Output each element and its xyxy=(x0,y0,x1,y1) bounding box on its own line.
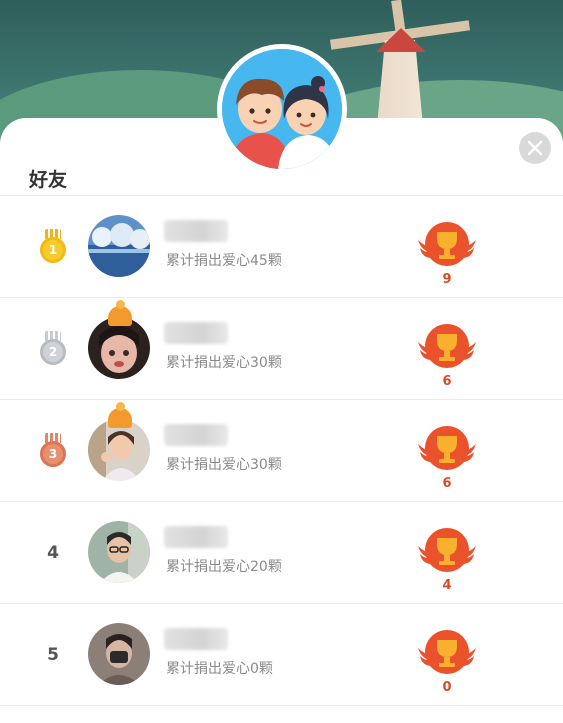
close-button[interactable] xyxy=(519,132,551,164)
donation-summary: 累计捐出爱心30颗 xyxy=(166,457,282,473)
friend-list: 1 ■■■■■ 累计捐出爱心45颗 xyxy=(0,196,563,706)
rank-badge: 3 xyxy=(38,433,68,469)
donation-summary: 累计捐出爱心45颗 xyxy=(166,253,282,269)
trophy-icon xyxy=(418,426,476,470)
trophy-count: 4 xyxy=(442,578,452,593)
close-icon xyxy=(527,140,543,156)
avatar[interactable] xyxy=(88,623,150,685)
trophy-count: 6 xyxy=(442,476,452,491)
rank-number: 4 xyxy=(47,543,59,563)
friend-row[interactable]: 1 ■■■■■ 累计捐出爱心45颗 xyxy=(0,196,563,298)
friend-row[interactable]: 3 ■■■ 累计捐出爱心30颗 xyxy=(0,400,563,502)
trophy-count: 0 xyxy=(442,680,452,695)
friend-name: ■■■ xyxy=(164,628,228,650)
trophy-count: 9 xyxy=(442,272,452,287)
trophy-icon xyxy=(418,222,476,266)
rank-badge: 4 xyxy=(38,535,68,571)
rank-number: 5 xyxy=(47,645,59,665)
friend-name: ■■■ xyxy=(164,322,228,344)
trophy-icon xyxy=(418,630,476,674)
friends-sheet: 好友 1 累计捐出爱心45颗 9 2 累计捐出爱心30颗 6 3 累计捐出爱心3… xyxy=(0,118,563,723)
friend-row[interactable]: 2 ■■■ 累计捐出爱心30颗 xyxy=(0,298,563,400)
friend-row[interactable]: 5 ■■■ 累计捐出爱心0颗 xyxy=(0,604,563,706)
rank-badge: 1 xyxy=(38,229,68,265)
rank-badge: 5 xyxy=(38,637,68,673)
avatar[interactable] xyxy=(88,215,150,277)
trophy-icon xyxy=(418,324,476,368)
bronze-medal-icon: 3 xyxy=(38,433,68,469)
rank-badge: 2 xyxy=(38,331,68,367)
avatar[interactable] xyxy=(88,419,150,481)
hat-decoration xyxy=(108,402,132,428)
friend-name: ■■■ xyxy=(164,526,228,548)
donation-summary: 累计捐出爱心0颗 xyxy=(166,661,273,677)
gold-medal-icon: 1 xyxy=(38,229,68,265)
hat-decoration xyxy=(108,300,132,326)
avatar[interactable] xyxy=(88,521,150,583)
friend-name: ■■■■■ xyxy=(164,220,228,242)
trophy-count: 6 xyxy=(442,374,452,389)
friend-row[interactable]: 4 ■■■ 累计捐出爱心20颗 xyxy=(0,502,563,604)
avatar[interactable] xyxy=(88,317,150,379)
friends-illustration xyxy=(217,44,347,174)
donation-summary: 累计捐出爱心20颗 xyxy=(166,559,282,575)
trophy-icon xyxy=(418,528,476,572)
silver-medal-icon: 2 xyxy=(38,331,68,367)
friend-name: ■■■ xyxy=(164,424,228,446)
page-title: 好友 xyxy=(29,169,68,191)
donation-summary: 累计捐出爱心30颗 xyxy=(166,355,282,371)
